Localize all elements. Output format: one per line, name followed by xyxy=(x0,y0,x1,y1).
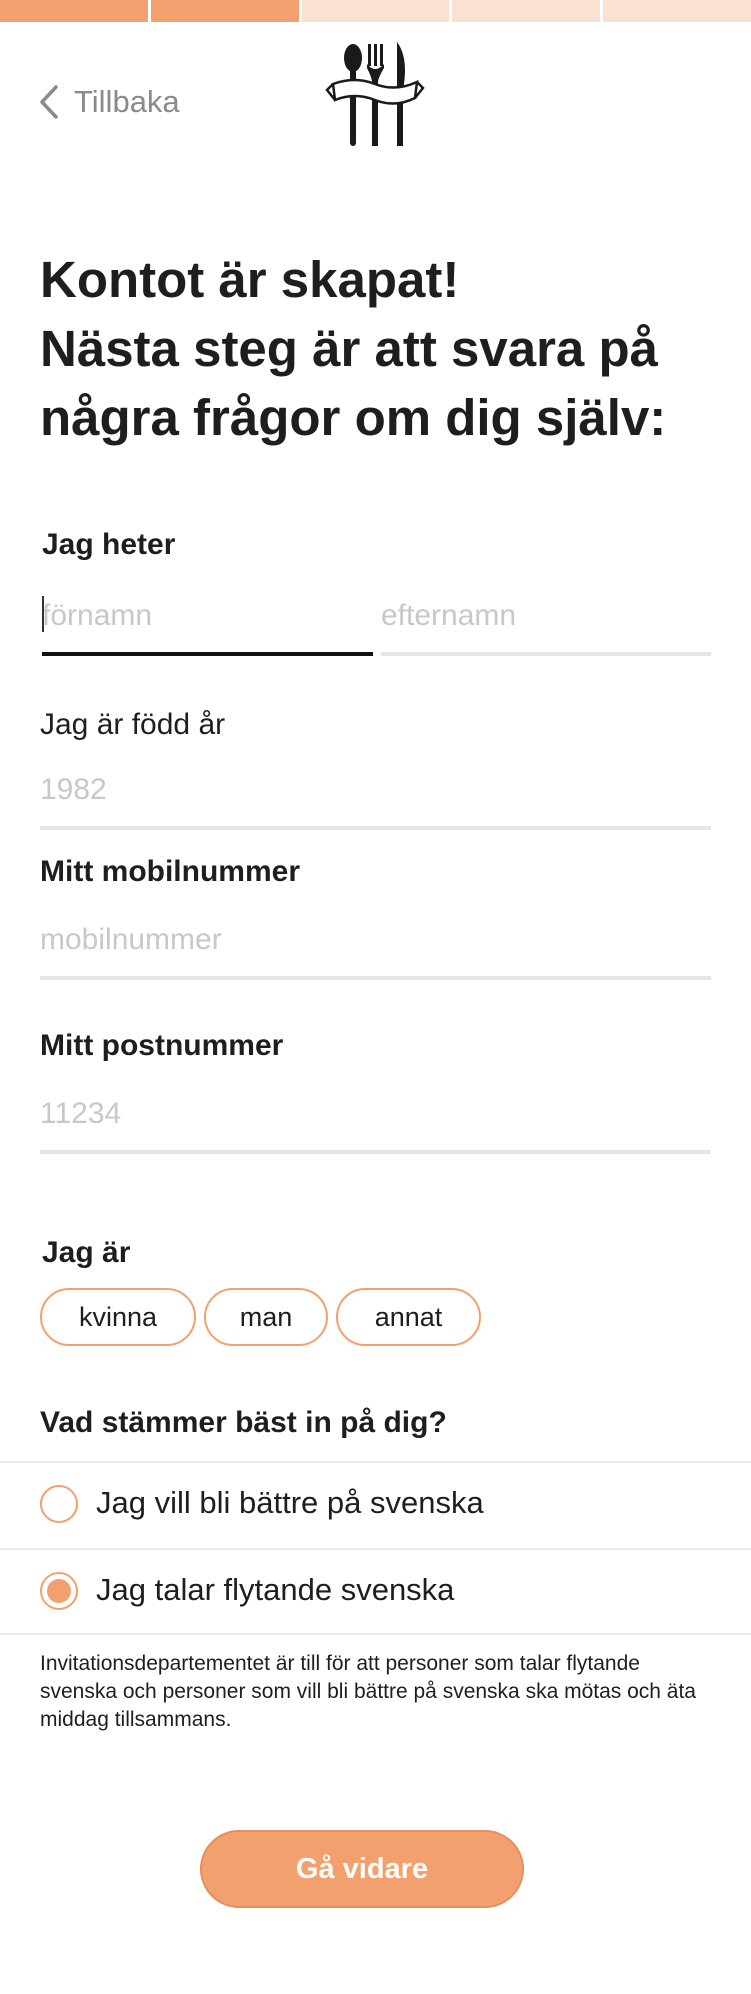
back-button[interactable]: Tillbaka xyxy=(38,80,180,124)
progress-step-4 xyxy=(452,0,601,22)
first-name-underline xyxy=(42,652,373,656)
language-option-fluent[interactable]: Jag talar flytande svenska xyxy=(0,1550,751,1634)
info-text: Invitationsdepartementet är till för att… xyxy=(40,1652,696,1731)
last-name-underline xyxy=(381,652,711,656)
radio-label: Jag vill bli bättre på svenska xyxy=(96,1485,484,1520)
postcode-label: Mitt postnummer xyxy=(40,1029,284,1062)
title-line-3: några frågor om dig själv: xyxy=(40,389,667,446)
title-line-2: Nästa steg är att svara på xyxy=(40,320,658,377)
mobile-underline xyxy=(40,976,711,980)
cutlery-logo-icon xyxy=(325,38,425,153)
text-caret xyxy=(42,596,44,632)
gender-option-man[interactable]: man xyxy=(204,1288,328,1346)
radio-label: Jag talar flytande svenska xyxy=(96,1572,455,1607)
birth-year-label: Jag är född år xyxy=(40,708,226,741)
radio-selected-dot xyxy=(47,1579,71,1603)
mobile-input[interactable] xyxy=(40,920,710,960)
language-option-improve[interactable]: Jag vill bli bättre på svenska xyxy=(0,1463,751,1547)
name-label: Jag heter xyxy=(42,528,176,561)
progress-step-3 xyxy=(301,0,450,22)
language-question: Vad stämmer bäst in på dig? xyxy=(40,1406,447,1439)
divider xyxy=(0,1633,751,1635)
postcode-input[interactable] xyxy=(40,1094,710,1134)
mobile-label: Mitt mobilnummer xyxy=(40,855,300,888)
gender-label: Jag är xyxy=(42,1236,131,1269)
continue-button[interactable]: Gå vidare xyxy=(200,1830,524,1908)
chevron-left-icon xyxy=(40,85,58,119)
birth-year-input[interactable] xyxy=(40,770,710,810)
progress-step-2 xyxy=(150,0,299,22)
last-name-input[interactable] xyxy=(381,596,711,636)
gender-option-kvinna[interactable]: kvinna xyxy=(40,1288,196,1346)
birth-year-underline xyxy=(40,826,711,830)
title-line-1: Kontot är skapat! xyxy=(40,251,460,308)
page-title: Kontot är skapat! Nästa steg är att svar… xyxy=(40,245,720,452)
progress-step-5 xyxy=(603,0,751,22)
back-label: Tillbaka xyxy=(74,84,180,119)
radio-button-selected[interactable] xyxy=(40,1572,78,1610)
gender-option-annat[interactable]: annat xyxy=(336,1288,481,1346)
progress-bar xyxy=(0,0,751,22)
first-name-input[interactable] xyxy=(42,596,372,636)
postcode-underline xyxy=(40,1150,711,1154)
radio-button[interactable] xyxy=(40,1485,78,1523)
progress-step-1 xyxy=(0,0,148,22)
